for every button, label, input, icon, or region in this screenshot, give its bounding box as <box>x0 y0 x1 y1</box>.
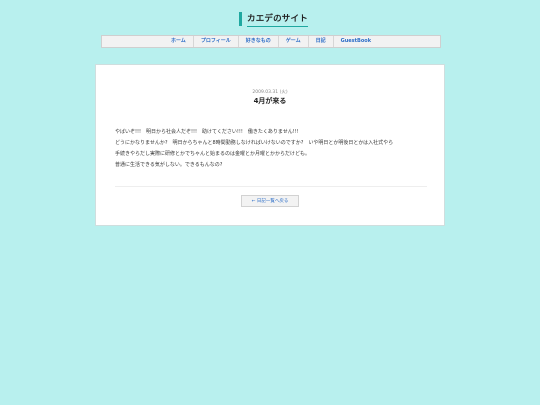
nav-item-diary[interactable]: 日記 <box>307 36 333 47</box>
post-line: やばいぞ!!! 明日から社会人だぞ!!! 助けてください!!! 働きたくありませ… <box>115 129 299 135</box>
nav-item-home[interactable]: ホーム <box>164 36 193 47</box>
nav-item-games[interactable]: ゲーム <box>277 36 308 47</box>
post-date: 2009.03.31 (火) <box>252 90 288 95</box>
site-title[interactable]: カエデのサイト <box>247 12 308 27</box>
site-title-block: カエデのサイト <box>239 12 308 27</box>
post-line: 普通に生活できる気がしない。できるもんなの? <box>115 162 223 168</box>
post-title: 4月が来る <box>253 97 287 105</box>
post-body: やばいぞ!!! 明日から社会人だぞ!!! 助けてください!!! 働きたくありませ… <box>115 127 431 171</box>
title-accent-bar <box>239 12 242 26</box>
divider <box>115 186 427 187</box>
back-to-diary-list-button[interactable]: ← 日記一覧へ戻る <box>241 195 299 207</box>
post-line: 手続きやらだし実際に研修とかでちゃんと始まるのは金曜とか月曜とかからだけども。 <box>115 151 311 157</box>
post-line: どうにかなりませんか? 明日からちゃんと8時間勤務しなければいけないのですか? … <box>115 140 394 146</box>
nav-item-favorites[interactable]: 好きなもの <box>237 36 278 47</box>
diary-entry-card: 2009.03.31 (火) 4月が来る やばいぞ!!! 明日から社会人だぞ!!… <box>95 64 445 226</box>
nav-item-profile[interactable]: プロフィール <box>192 36 238 47</box>
nav-item-guestbook[interactable]: GuestBook <box>332 36 378 47</box>
site-header: カエデのサイト <box>0 0 540 34</box>
main-nav: ホーム プロフィール 好きなもの ゲーム 日記 GuestBook <box>101 35 441 48</box>
